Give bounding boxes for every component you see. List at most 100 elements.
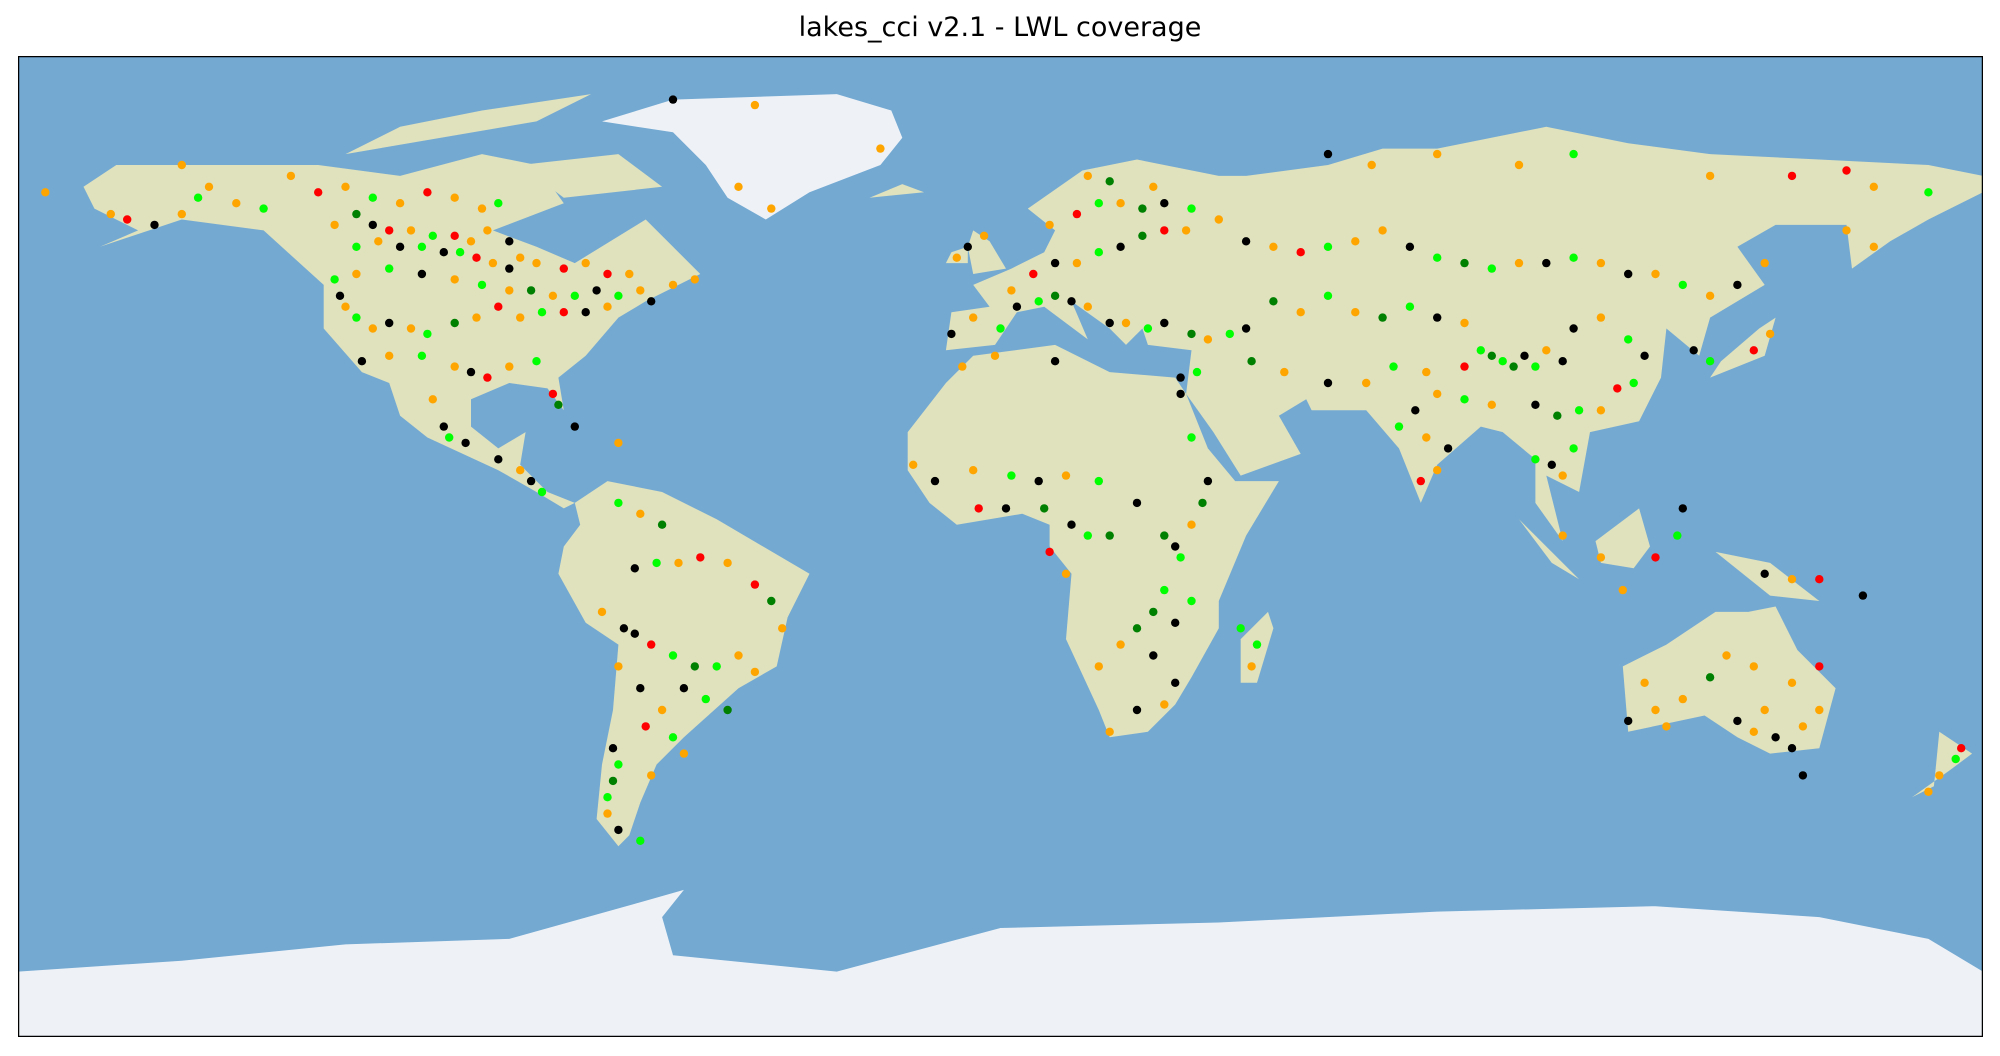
- world-map: [18, 56, 1983, 1037]
- lake-point: [1297, 308, 1305, 316]
- lake-point: [1613, 384, 1621, 392]
- lake-point: [647, 640, 655, 648]
- lake-point: [1422, 368, 1430, 376]
- lake-point: [1788, 575, 1796, 583]
- lake-point: [1433, 150, 1441, 158]
- lake-point: [1007, 286, 1015, 294]
- lake-point: [1515, 259, 1523, 267]
- lake-point: [516, 313, 524, 321]
- lake-point: [532, 259, 540, 267]
- lake-point: [751, 668, 759, 676]
- lake-point: [1215, 215, 1223, 223]
- lake-point: [1187, 521, 1195, 529]
- lake-point: [440, 422, 448, 430]
- lake-point: [1624, 270, 1632, 278]
- lake-point: [1706, 357, 1714, 365]
- lake-point: [456, 248, 464, 256]
- lake-point: [631, 564, 639, 572]
- lake-point: [1160, 586, 1168, 594]
- lake-point: [603, 303, 611, 311]
- lake-point: [1477, 346, 1485, 354]
- lake-point: [1619, 586, 1627, 594]
- lake-point: [1138, 204, 1146, 212]
- lake-point: [494, 455, 502, 463]
- lake-point: [1378, 226, 1386, 234]
- lake-point: [516, 254, 524, 262]
- lake-point: [1406, 303, 1414, 311]
- lake-point: [560, 308, 568, 316]
- lake-point: [1062, 570, 1070, 578]
- lake-point: [505, 286, 513, 294]
- lake-point: [358, 357, 366, 365]
- lake-point: [352, 270, 360, 278]
- lake-point: [767, 597, 775, 605]
- lake-point: [205, 183, 213, 191]
- lake-point: [1149, 183, 1157, 191]
- lake-point: [1133, 499, 1141, 507]
- lake-point: [1247, 662, 1255, 670]
- lake-point: [1870, 183, 1878, 191]
- lake-point: [549, 292, 557, 300]
- lake-point: [598, 608, 606, 616]
- lake-point: [1084, 172, 1092, 180]
- lake-point: [909, 461, 917, 469]
- lake-point: [1378, 313, 1386, 321]
- lake-point: [1460, 395, 1468, 403]
- lake-point: [582, 308, 590, 316]
- lake-point: [1870, 243, 1878, 251]
- lake-point: [467, 368, 475, 376]
- lake-point: [385, 264, 393, 272]
- lake-point: [723, 559, 731, 567]
- lake-point: [1106, 531, 1114, 539]
- lake-point: [975, 504, 983, 512]
- lake-point: [472, 313, 480, 321]
- lake-point: [991, 352, 999, 360]
- lake-point: [1002, 504, 1010, 512]
- lake-point: [614, 760, 622, 768]
- lake-point: [1389, 362, 1397, 370]
- lake-point: [1815, 706, 1823, 714]
- lake-point: [1106, 319, 1114, 327]
- lake-point: [1548, 461, 1556, 469]
- lake-point: [582, 259, 590, 267]
- lake-point: [625, 270, 633, 278]
- lake-point: [1597, 553, 1605, 561]
- lake-point: [734, 651, 742, 659]
- lake-point: [369, 324, 377, 332]
- lake-point: [1433, 313, 1441, 321]
- lake-point: [609, 777, 617, 785]
- lake-point: [767, 204, 775, 212]
- lake-point: [953, 254, 961, 262]
- lake-point: [1138, 232, 1146, 240]
- lake-point: [1182, 226, 1190, 234]
- lake-point: [1706, 673, 1714, 681]
- lake-point: [150, 221, 158, 229]
- lake-point: [385, 226, 393, 234]
- lake-point: [652, 559, 660, 567]
- lake-point: [980, 232, 988, 240]
- lake-point: [1733, 717, 1741, 725]
- lake-point: [1324, 150, 1332, 158]
- lake-point: [440, 248, 448, 256]
- lake-point: [232, 199, 240, 207]
- lake-point: [1542, 346, 1550, 354]
- lake-point: [1559, 531, 1567, 539]
- lake-point: [385, 352, 393, 360]
- lake-point: [1176, 373, 1184, 381]
- lake-point: [1133, 624, 1141, 632]
- lake-point: [505, 362, 513, 370]
- lake-point: [1559, 357, 1567, 365]
- lake-point: [1116, 640, 1124, 648]
- lake-point: [505, 237, 513, 245]
- lake-point: [1761, 706, 1769, 714]
- lake-point: [1706, 292, 1714, 300]
- lake-point: [713, 662, 721, 670]
- lake-point: [1084, 303, 1092, 311]
- lake-point: [1679, 504, 1687, 512]
- lake-point: [1411, 406, 1419, 414]
- lake-point: [1280, 368, 1288, 376]
- lake-point: [1253, 640, 1261, 648]
- lake-point: [1007, 471, 1015, 479]
- lake-point: [1515, 161, 1523, 169]
- lake-point: [620, 624, 628, 632]
